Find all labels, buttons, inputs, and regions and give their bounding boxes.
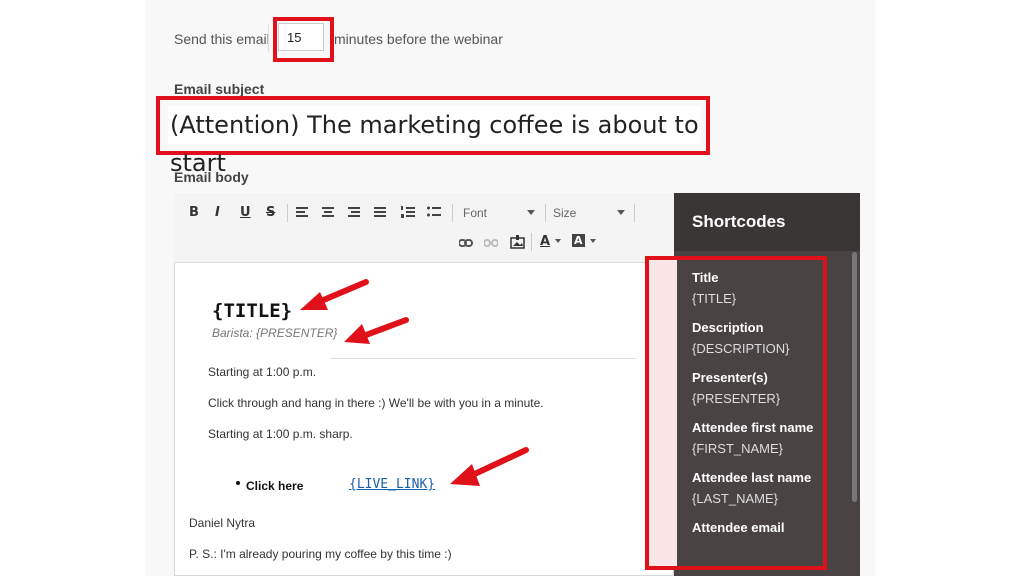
link-icon[interactable] [459,238,473,248]
shortcodes-heading: Shortcodes [674,193,860,251]
toolbar-separator [634,204,635,222]
title-shortcode: {TITLE} [212,300,293,322]
align-justify-icon[interactable] [374,207,388,219]
signature: Daniel Nytra [189,516,256,530]
send-prefix-label: Send this email [174,31,270,47]
underline-button[interactable]: U [240,205,251,220]
text-color-button[interactable]: A [540,234,550,249]
chevron-down-icon [617,210,625,215]
live-link[interactable]: {LIVE_LINK} [349,477,435,492]
subject-input[interactable]: (Attention) The marketing coffee is abou… [168,106,701,177]
italic-button[interactable]: I [215,205,220,220]
arrow-icon [450,447,529,486]
toolbar-separator [287,204,288,222]
align-left-icon[interactable] [296,207,310,219]
numbered-list-icon[interactable] [401,206,415,219]
toolbar-separator [531,233,532,251]
arrow-icon [300,279,369,310]
align-right-icon[interactable] [348,207,362,219]
body-line: Starting at 1:00 p.m. [208,365,317,379]
unlink-icon[interactable] [484,238,498,248]
chevron-down-icon [590,239,596,243]
click-here-label: Click here [246,479,304,493]
divider [330,358,636,359]
background-color-button[interactable]: A [572,234,585,247]
ps-line: P. S.: I'm already pouring my coffee by … [189,547,452,561]
image-icon[interactable] [510,235,525,249]
body-line: Starting at 1:00 p.m. sharp. [208,427,353,441]
bullet-list-icon[interactable] [427,206,441,219]
toolbar-separator [452,204,453,222]
shortcodes-scrollbar[interactable] [852,252,857,502]
font-select-label: Font [463,206,488,220]
font-select[interactable]: Font [463,206,535,220]
send-suffix-label: minutes before the webinar [334,31,503,47]
email-subject-label: Email subject [174,81,265,97]
body-line: Click through and hang in there :) We'll… [208,396,544,410]
shortcodes-highlight [645,256,827,570]
strikethrough-button[interactable]: S [266,205,275,220]
divider [268,24,269,52]
toolbar-separator [545,204,546,222]
editor-toolbar: B I U S Font Size A A [174,193,674,263]
minutes-highlight [273,17,334,62]
email-body-label: Email body [174,169,249,185]
size-select-label: Size [553,206,577,220]
arrow-icon [344,317,409,344]
bold-button[interactable]: B [189,205,199,220]
chevron-down-icon [555,239,561,243]
size-select[interactable]: Size [553,206,625,220]
align-center-icon[interactable] [322,207,336,219]
bullet-icon [236,481,240,485]
barista-line: Barista: {PRESENTER} [212,326,338,340]
chevron-down-icon [527,210,535,215]
